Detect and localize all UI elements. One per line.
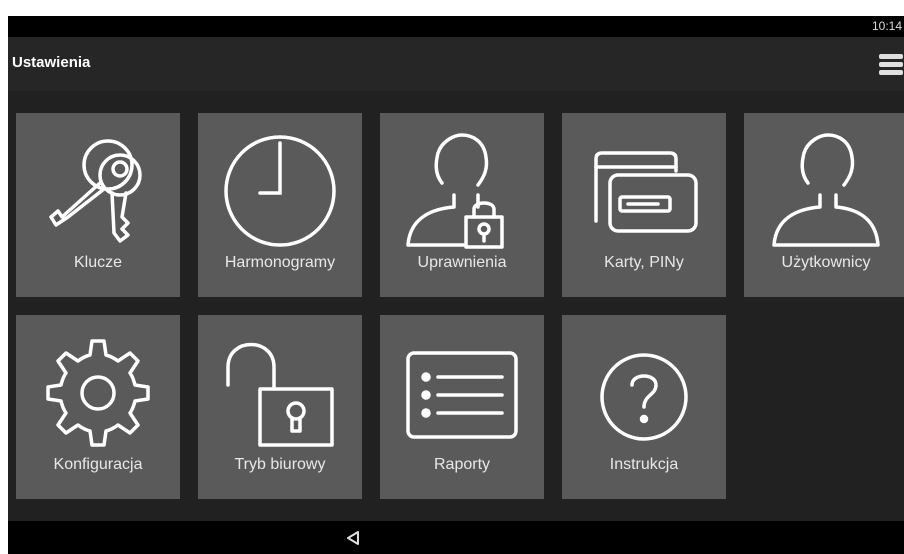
tile-label: Raporty: [433, 456, 491, 473]
tile-tryb-biurowy[interactable]: Tryb biurowy: [198, 315, 362, 499]
tile-label: Karty, PINy: [604, 254, 684, 271]
tile-konfiguracja[interactable]: Konfiguracja: [16, 315, 180, 499]
keys-icon: [49, 139, 142, 243]
user-icon: [772, 133, 880, 247]
device-screen: 10:14 Ustawienia Klucze Harmonogramy Upr…: [8, 16, 904, 554]
tile-klucze[interactable]: Klucze: [16, 113, 180, 297]
tile-instrukcja[interactable]: Instrukcja: [562, 315, 726, 499]
help-icon: [600, 353, 688, 441]
navigation-bar: [8, 521, 904, 554]
unlocked-padlock-icon: [226, 342, 334, 447]
tile-karty-piny[interactable]: Karty, PINy: [562, 113, 726, 297]
cards-icon: [594, 151, 698, 233]
tile-label: Instrukcja: [609, 456, 679, 473]
back-triangle-icon[interactable]: [344, 529, 362, 547]
app-bar: Ustawienia: [8, 37, 904, 91]
tile-uprawnienia[interactable]: Uprawnienia: [380, 113, 544, 297]
tile-uzytkownicy[interactable]: Użytkownicy: [744, 113, 904, 297]
settings-grid: Klucze Harmonogramy Uprawnienia Karty, P…: [8, 91, 904, 521]
gear-icon: [46, 339, 150, 447]
status-time: 10:14: [871, 19, 902, 33]
hamburger-menu-icon[interactable]: [878, 52, 904, 78]
tile-raporty[interactable]: Raporty: [380, 315, 544, 499]
clock-icon: [224, 135, 336, 247]
status-bar: 10:14: [8, 16, 904, 37]
user-lock-icon: [406, 133, 504, 249]
tile-label: Uprawnienia: [417, 254, 507, 271]
list-icon: [406, 351, 518, 439]
tile-harmonogramy[interactable]: Harmonogramy: [198, 113, 362, 297]
tile-label: Użytkownicy: [781, 254, 871, 271]
page-title: Ustawienia: [12, 54, 91, 71]
tile-label: Konfiguracja: [53, 456, 143, 473]
tile-label: Tryb biurowy: [234, 456, 326, 473]
tile-label: Klucze: [73, 254, 123, 271]
tile-label: Harmonogramy: [224, 254, 336, 271]
